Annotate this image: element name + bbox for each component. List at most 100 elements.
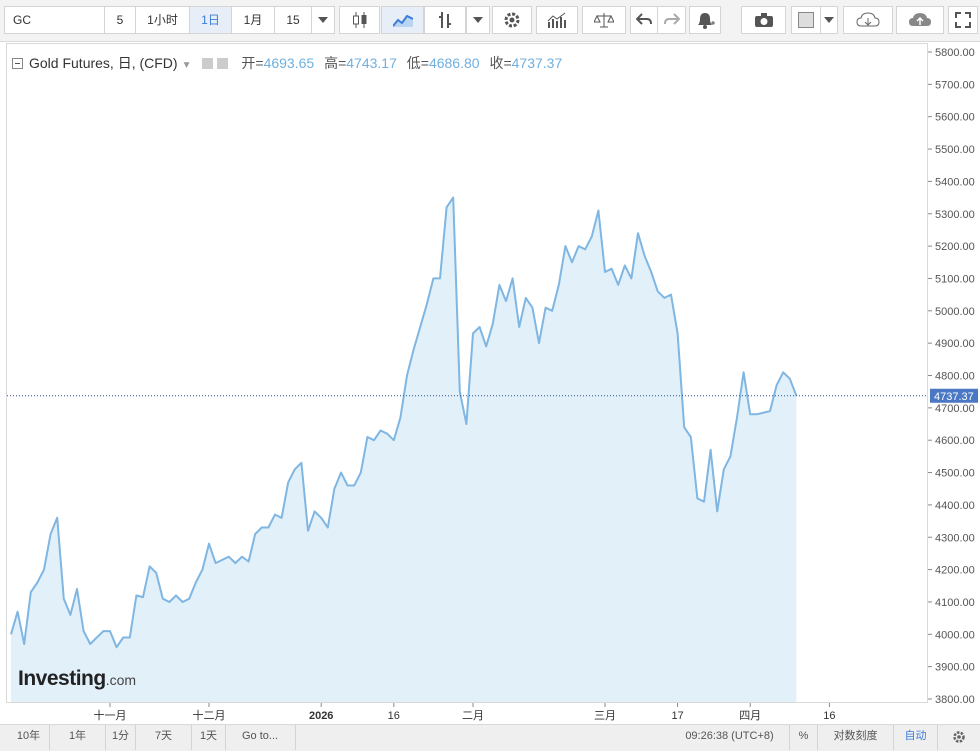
- cloud-download-icon: [856, 12, 880, 27]
- visibility-icon[interactable]: [201, 58, 213, 69]
- settings-button[interactable]: [492, 6, 532, 34]
- interval-5-button[interactable]: 5: [104, 6, 136, 34]
- area-chart-button[interactable]: [381, 6, 424, 34]
- area-chart-icon: [392, 14, 413, 27]
- y-tick-label: 3800.00: [935, 694, 975, 706]
- fullscreen-icon: [955, 12, 971, 28]
- y-tick-label: 4400.00: [935, 500, 975, 512]
- y-tick-label: 3900.00: [935, 662, 975, 674]
- x-tick-label: 十二月: [193, 708, 226, 722]
- y-tick-label: 5300.00: [935, 209, 975, 221]
- y-tick-label: 4600.00: [935, 435, 975, 447]
- interval-dropdown[interactable]: [311, 6, 335, 34]
- x-tick-label: 16: [823, 710, 835, 722]
- open-label: 开=: [241, 55, 264, 71]
- instrument-title[interactable]: Gold Futures, 日, (CFD): [29, 55, 178, 71]
- axis-settings-button[interactable]: [938, 725, 980, 750]
- interval-1d-button[interactable]: 1日: [189, 6, 232, 34]
- log-scale-button[interactable]: 对数刻度: [818, 725, 894, 750]
- settings-small-icon[interactable]: [216, 58, 228, 69]
- save-button[interactable]: [896, 6, 944, 34]
- range-1min-button[interactable]: 1分: [106, 725, 136, 750]
- clock-label: 09:26:38 (UTC+8): [670, 725, 790, 750]
- alert-button[interactable]: [689, 6, 721, 34]
- high-value: 4743.17: [346, 55, 397, 71]
- range-7d-button[interactable]: 7天: [136, 725, 192, 750]
- y-tick-label: 5100.00: [935, 273, 975, 285]
- redo-button[interactable]: [657, 6, 686, 34]
- gear-icon: [504, 12, 520, 28]
- y-tick-label: 5600.00: [935, 112, 975, 124]
- last-price-label: 4737.37: [934, 391, 974, 403]
- auto-scale-button[interactable]: 自动: [894, 725, 938, 750]
- goto-button[interactable]: Go to...: [226, 725, 296, 750]
- x-tick-label: 十一月: [94, 708, 127, 722]
- chevron-down-icon: [824, 17, 834, 23]
- x-tick-label: 17: [671, 710, 683, 722]
- high-label: 高=: [324, 55, 347, 71]
- gear-icon: [953, 731, 965, 743]
- investing-logo: Investing.com: [18, 667, 136, 691]
- y-tick-label: 4800.00: [935, 371, 975, 383]
- indicators-dropdown[interactable]: [466, 6, 490, 34]
- candlestick-icon: [352, 12, 366, 28]
- x-tick-label: 三月: [594, 710, 616, 722]
- indicators-button[interactable]: [424, 6, 466, 34]
- y-tick-label: 5400.00: [935, 176, 975, 188]
- range-1y-button[interactable]: 1年: [50, 725, 106, 750]
- y-tick-label: 5700.00: [935, 79, 975, 91]
- open-value: 4693.65: [263, 55, 315, 71]
- undo-icon: [636, 13, 652, 25]
- indicators-icon: [439, 12, 451, 28]
- last-price-badge: [930, 388, 978, 403]
- range-10y-button[interactable]: 10年: [8, 725, 50, 750]
- y-tick-label: 4300.00: [935, 532, 975, 544]
- y-tick-label: 4500.00: [935, 468, 975, 480]
- chart-legend: Gold Futures, 日, (CFD) ▼ 开=4693.65 高=4743…: [12, 53, 562, 73]
- cloud-upload-icon: [909, 13, 931, 26]
- logo-brand: Investing: [18, 667, 106, 690]
- y-tick-label: 5000.00: [935, 306, 975, 318]
- square-icon: [798, 12, 814, 28]
- load-button[interactable]: [843, 6, 893, 34]
- toolbar: GC 5 1小时 1日 1月 15: [0, 0, 980, 42]
- y-tick-label: 4900.00: [935, 338, 975, 350]
- x-tick-label: 四月: [739, 710, 761, 722]
- redo-icon: [663, 13, 680, 25]
- range-1d-button[interactable]: 1天: [192, 725, 226, 750]
- y-tick-label: 5200.00: [935, 241, 975, 253]
- low-value: 4686.80: [428, 55, 480, 71]
- x-tick-label: 2026: [309, 710, 333, 722]
- chart-area[interactable]: [6, 43, 928, 703]
- x-tick-label: 16: [388, 710, 400, 722]
- logo-suffix: .com: [105, 672, 137, 688]
- y-tick-label: 5500.00: [935, 144, 975, 156]
- chevron-down-icon[interactable]: ▼: [182, 60, 192, 71]
- interval-15-button[interactable]: 15: [274, 6, 312, 34]
- interval-1m-button[interactable]: 1月: [231, 6, 275, 34]
- bar-chart-icon: [547, 12, 566, 28]
- color-button[interactable]: [791, 6, 821, 34]
- chevron-down-icon: [473, 17, 483, 23]
- color-dropdown[interactable]: [820, 6, 838, 34]
- screenshot-button[interactable]: [741, 6, 786, 34]
- scale-icon: [594, 13, 614, 28]
- interval-1h-button[interactable]: 1小时: [135, 6, 190, 34]
- symbol-input[interactable]: GC: [4, 6, 105, 34]
- y-tick-label: 4700.00: [935, 403, 975, 415]
- percent-button[interactable]: %: [790, 725, 818, 750]
- y-tick-label: 5800.00: [935, 47, 975, 59]
- studies-button[interactable]: [536, 6, 578, 34]
- y-tick-label: 4000.00: [935, 629, 975, 641]
- y-tick-label: 4100.00: [935, 597, 975, 609]
- compare-button[interactable]: [582, 6, 626, 34]
- undo-button[interactable]: [630, 6, 658, 34]
- x-tick-label: 二月: [462, 710, 484, 722]
- collapse-icon[interactable]: [12, 58, 23, 69]
- y-tick-label: 4200.00: [935, 565, 975, 577]
- candles-button[interactable]: [339, 6, 380, 34]
- camera-icon: [754, 13, 773, 27]
- bell-icon: [698, 13, 715, 29]
- fullscreen-button[interactable]: [948, 6, 978, 34]
- low-label: 低=: [406, 55, 429, 71]
